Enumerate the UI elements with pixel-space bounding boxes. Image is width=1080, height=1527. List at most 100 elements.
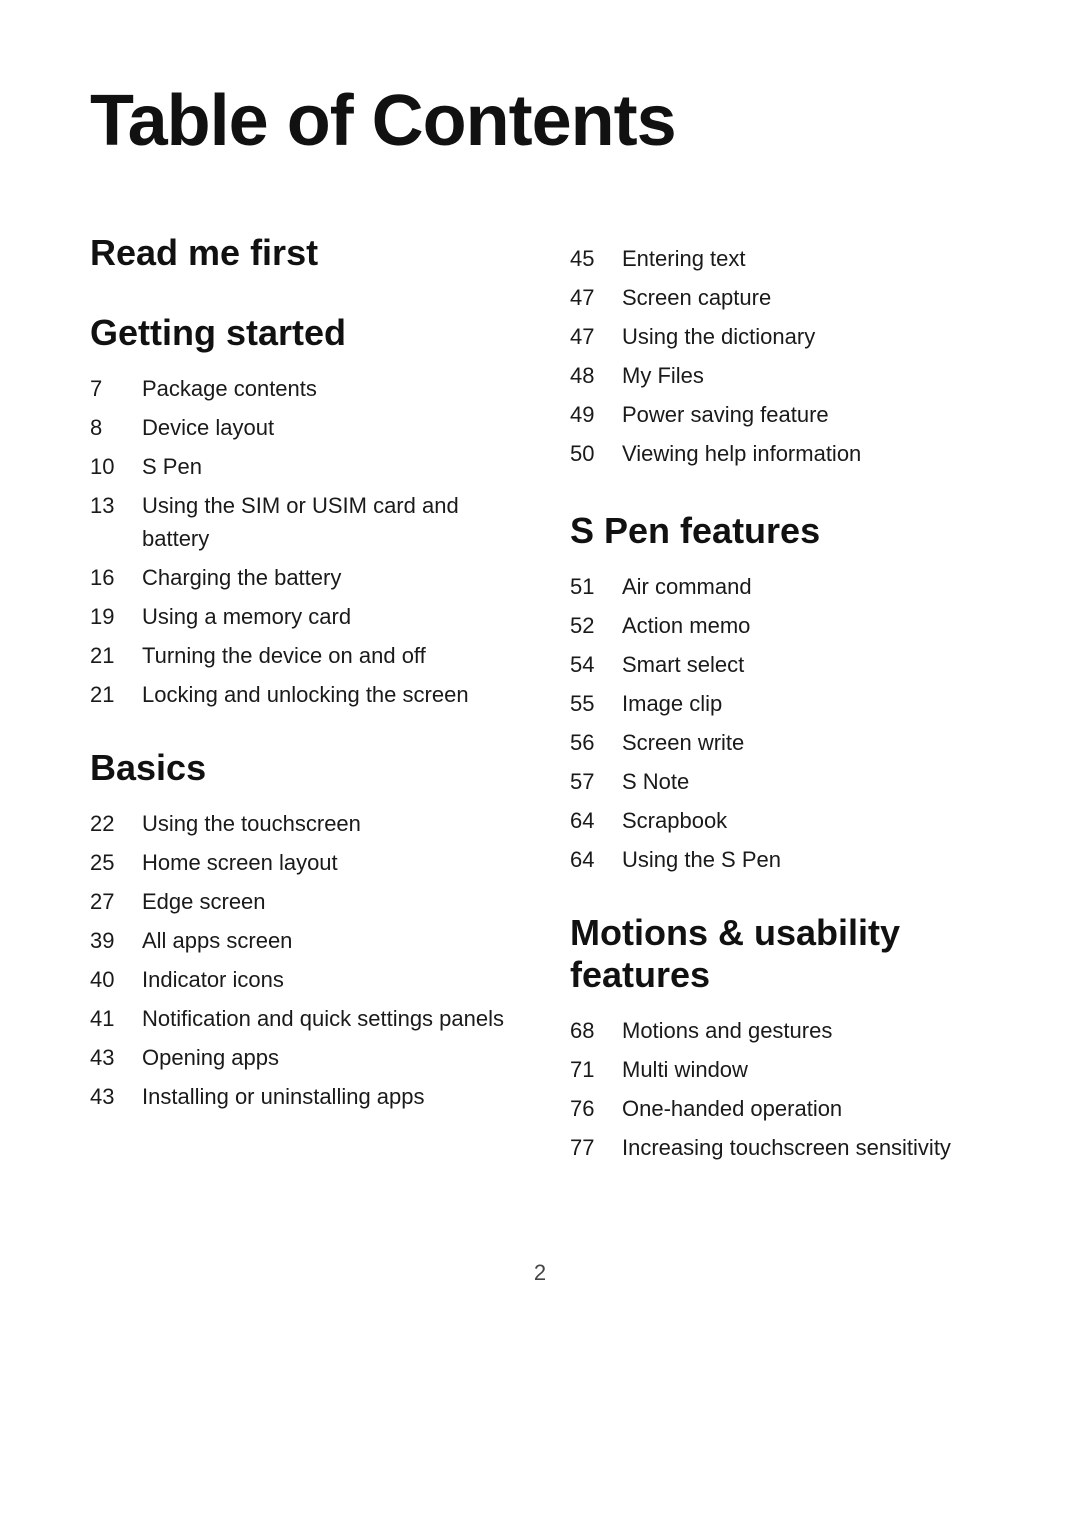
item-label: S Pen [142,450,202,483]
item-label: Viewing help information [622,437,861,470]
page-number: 39 [90,924,142,957]
list-item: 77 Increasing touchscreen sensitivity [570,1131,990,1164]
item-label: One-handed operation [622,1092,842,1125]
basics-list: 22 Using the touchscreen 25 Home screen … [90,807,510,1113]
page-number: 49 [570,398,622,431]
section-getting-started: Getting started 7 Package contents 8 Dev… [90,312,510,711]
list-item: 8 Device layout [90,411,510,444]
item-label: Using a memory card [142,600,351,633]
list-item: 47 Using the dictionary [570,320,990,353]
item-label: Package contents [142,372,317,405]
item-label: Motions and gestures [622,1014,832,1047]
item-label: Installing or uninstalling apps [142,1080,425,1113]
footer-page-number: 2 [534,1260,546,1285]
left-column: Read me first Getting started 7 Package … [90,232,510,1200]
page-number: 21 [90,678,142,711]
page-number: 47 [570,320,622,353]
item-label: Image clip [622,687,722,720]
item-label: All apps screen [142,924,292,957]
list-item: 64 Scrapbook [570,804,990,837]
list-item: 71 Multi window [570,1053,990,1086]
list-item: 50 Viewing help information [570,437,990,470]
basics-continued-list: 45 Entering text 47 Screen capture 47 Us… [570,242,990,470]
item-label: Scrapbook [622,804,727,837]
getting-started-list: 7 Package contents 8 Device layout 10 S … [90,372,510,711]
page-number: 27 [90,885,142,918]
item-label: Locking and unlocking the screen [142,678,469,711]
item-label: Using the touchscreen [142,807,361,840]
page-number: 64 [570,804,622,837]
item-label: Device layout [142,411,274,444]
item-label: Entering text [622,242,746,275]
page-number: 8 [90,411,142,444]
section-read-me-first: Read me first [90,232,510,274]
page-number: 57 [570,765,622,798]
list-item: 16 Charging the battery [90,561,510,594]
section-basics-continued: 45 Entering text 47 Screen capture 47 Us… [570,242,990,470]
item-label: Indicator icons [142,963,284,996]
item-label: Opening apps [142,1041,279,1074]
list-item: 22 Using the touchscreen [90,807,510,840]
page-number: 76 [570,1092,622,1125]
page-number: 64 [570,843,622,876]
page-number: 16 [90,561,142,594]
page-number: 22 [90,807,142,840]
item-label: Air command [622,570,752,603]
page-number: 50 [570,437,622,470]
page-footer: 2 [90,1260,990,1286]
section-motions-usability: Motions & usability features 68 Motions … [570,912,990,1164]
page-number: 19 [90,600,142,633]
item-label: Screen write [622,726,744,759]
list-item: 10 S Pen [90,450,510,483]
item-label: Power saving feature [622,398,829,431]
list-item: 52 Action memo [570,609,990,642]
list-item: 51 Air command [570,570,990,603]
page-number: 40 [90,963,142,996]
item-label: Increasing touchscreen sensitivity [622,1131,951,1164]
right-column: 45 Entering text 47 Screen capture 47 Us… [570,232,990,1200]
page-number: 41 [90,1002,142,1035]
page-number: 10 [90,450,142,483]
item-label: Using the dictionary [622,320,815,353]
page-number: 54 [570,648,622,681]
page-number: 56 [570,726,622,759]
section-basics: Basics 22 Using the touchscreen 25 Home … [90,747,510,1113]
list-item: 47 Screen capture [570,281,990,314]
page-number: 55 [570,687,622,720]
section-title-motions: Motions & usability features [570,912,990,996]
page-title: Table of Contents [90,80,990,162]
page-number: 13 [90,489,142,522]
list-item: 21 Turning the device on and off [90,639,510,672]
page-number: 48 [570,359,622,392]
list-item: 76 One-handed operation [570,1092,990,1125]
item-label: Notification and quick settings panels [142,1002,504,1035]
list-item: 57 S Note [570,765,990,798]
page-number: 47 [570,281,622,314]
page-number: 25 [90,846,142,879]
list-item: 41 Notification and quick settings panel… [90,1002,510,1035]
item-label: Using the SIM or USIM card and battery [142,489,510,555]
list-item: 64 Using the S Pen [570,843,990,876]
page-number: 43 [90,1041,142,1074]
list-item: 21 Locking and unlocking the screen [90,678,510,711]
section-title-read-me: Read me first [90,232,510,274]
section-title-s-pen: S Pen features [570,510,990,552]
list-item: 43 Installing or uninstalling apps [90,1080,510,1113]
list-item: 68 Motions and gestures [570,1014,990,1047]
page-number: 45 [570,242,622,275]
item-label: Edge screen [142,885,266,918]
page-number: 43 [90,1080,142,1113]
item-label: My Files [622,359,704,392]
item-label: Action memo [622,609,750,642]
motions-list: 68 Motions and gestures 71 Multi window … [570,1014,990,1164]
list-item: 49 Power saving feature [570,398,990,431]
list-item: 39 All apps screen [90,924,510,957]
page-number: 71 [570,1053,622,1086]
list-item: 7 Package contents [90,372,510,405]
list-item: 13 Using the SIM or USIM card and batter… [90,489,510,555]
item-label: Using the S Pen [622,843,781,876]
item-label: Charging the battery [142,561,341,594]
list-item: 48 My Files [570,359,990,392]
list-item: 54 Smart select [570,648,990,681]
list-item: 55 Image clip [570,687,990,720]
